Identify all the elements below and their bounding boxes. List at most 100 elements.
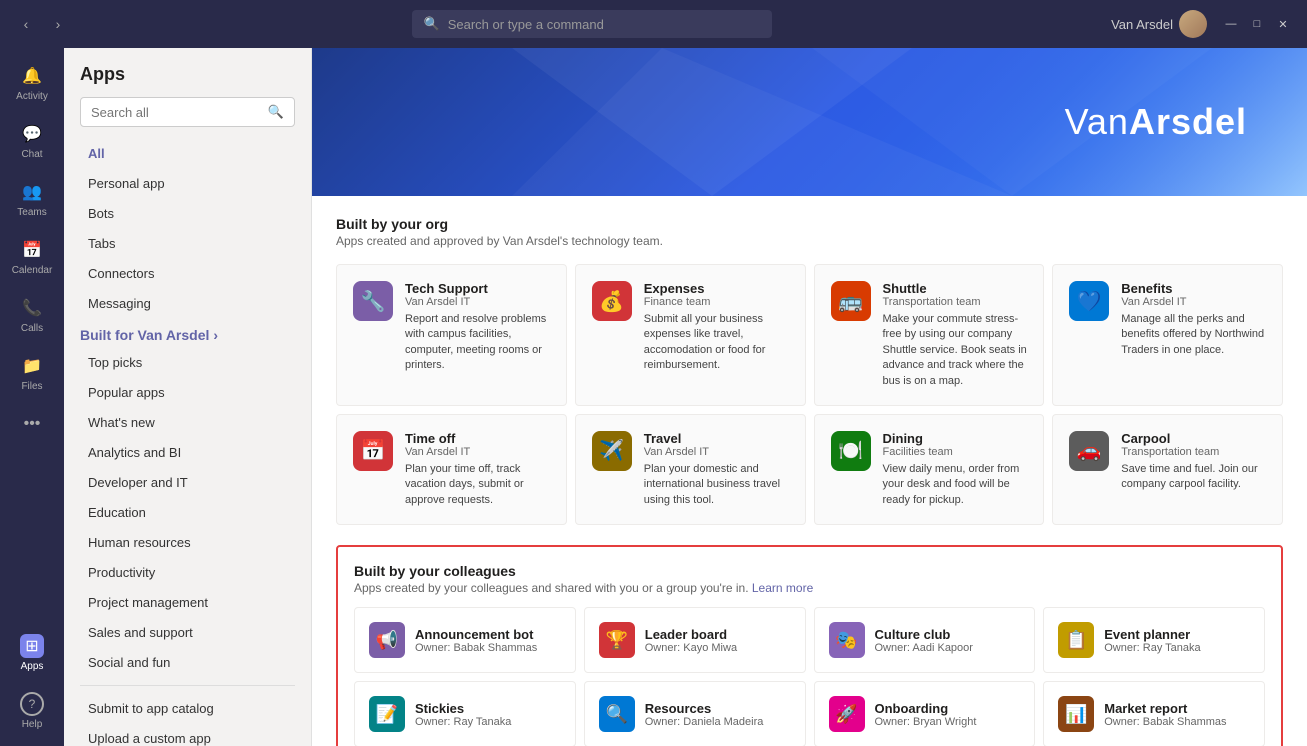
built-by-org-subtitle: Apps created and approved by Van Arsdel'… xyxy=(336,234,1283,248)
app-card-shuttle[interactable]: 🚌 Shuttle Transportation team Make your … xyxy=(814,264,1045,406)
colleague-card-culture-club[interactable]: 🎭 Culture club Owner: Aadi Kapoor xyxy=(814,607,1036,673)
nav-item-connectors[interactable]: Connectors xyxy=(72,259,303,288)
sidebar-item-help[interactable]: ? Help xyxy=(4,684,60,738)
minimize-button[interactable]: — xyxy=(1219,12,1243,36)
back-button[interactable]: ‹ xyxy=(12,10,40,38)
app-card-expenses[interactable]: 💰 Expenses Finance team Submit all your … xyxy=(575,264,806,406)
sidebar-label-teams: Teams xyxy=(17,207,46,218)
content-area: Built by your org Apps created and appro… xyxy=(312,196,1307,746)
colleagues-subtitle-text: Apps created by your colleagues and shar… xyxy=(354,581,749,595)
app-card-dining[interactable]: 🍽️ Dining Facilities team View daily men… xyxy=(814,414,1045,525)
search-icon: 🔍 xyxy=(424,16,440,32)
resources-icon: 🔍 xyxy=(599,696,635,732)
app-card-tech-support[interactable]: 🔧 Tech Support Van Arsdel IT Report and … xyxy=(336,264,567,406)
sidebar-item-calls[interactable]: 📞 Calls xyxy=(4,288,60,342)
sidebar-item-activity[interactable]: 🔔 Activity xyxy=(4,56,60,110)
nav-item-top-picks[interactable]: Top picks xyxy=(72,348,303,377)
nav-item-education[interactable]: Education xyxy=(72,498,303,527)
app-card-time-off[interactable]: 📅 Time off Van Arsdel IT Plan your time … xyxy=(336,414,567,525)
app-card-carpool[interactable]: 🚗 Carpool Transportation team Save time … xyxy=(1052,414,1283,525)
nav-item-bots[interactable]: Bots xyxy=(72,199,303,228)
brand-bold: Arsdel xyxy=(1129,101,1247,142)
colleague-card-onboarding[interactable]: 🚀 Onboarding Owner: Bryan Wright xyxy=(814,681,1036,746)
stickies-info: Stickies Owner: Ray Tanaka xyxy=(415,701,511,728)
time-off-owner: Van Arsdel IT xyxy=(405,446,550,458)
chat-icon: 💬 xyxy=(20,122,44,146)
nav-item-sales-support[interactable]: Sales and support xyxy=(72,618,303,647)
sidebar-label-apps: Apps xyxy=(21,661,44,672)
built-for-label: Built for Van Arsdel xyxy=(80,327,209,343)
sidebar-bottom: ⊞ Apps ? Help xyxy=(4,626,60,738)
nav-item-messaging[interactable]: Messaging xyxy=(72,289,303,318)
sidebar-item-teams[interactable]: 👥 Teams xyxy=(4,172,60,226)
nav-item-tabs[interactable]: Tabs xyxy=(72,229,303,258)
user-name: Van Arsdel xyxy=(1111,17,1173,32)
nav-item-whats-new[interactable]: What's new xyxy=(72,408,303,437)
sidebar-item-chat[interactable]: 💬 Chat xyxy=(4,114,60,168)
event-planner-info: Event planner Owner: Ray Tanaka xyxy=(1104,627,1200,654)
nav-built-for[interactable]: Built for Van Arsdel › xyxy=(64,319,311,347)
sidebar-label-calls: Calls xyxy=(21,323,43,334)
sidebar-item-files[interactable]: 📁 Files xyxy=(4,346,60,400)
apps-title: Apps xyxy=(64,64,311,97)
nav-item-human-resources[interactable]: Human resources xyxy=(72,528,303,557)
built-by-colleagues-subtitle: Apps created by your colleagues and shar… xyxy=(354,581,1265,595)
sidebar-item-calendar[interactable]: 📅 Calendar xyxy=(4,230,60,284)
travel-info: Travel Van Arsdel IT Plan your domestic … xyxy=(644,431,789,508)
expenses-desc: Submit all your business expenses like t… xyxy=(644,312,789,374)
benefits-icon: 💙 xyxy=(1069,281,1109,321)
nav-item-developer-it[interactable]: Developer and IT xyxy=(72,468,303,497)
nav-item-popular-apps[interactable]: Popular apps xyxy=(72,378,303,407)
user-info[interactable]: Van Arsdel xyxy=(1111,10,1207,38)
search-all-icon: 🔍 xyxy=(268,104,284,120)
nav-item-productivity[interactable]: Productivity xyxy=(72,558,303,587)
market-report-icon: 📊 xyxy=(1058,696,1094,732)
colleague-card-leader-board[interactable]: 🏆 Leader board Owner: Kayo Miwa xyxy=(584,607,806,673)
colleague-card-resources[interactable]: 🔍 Resources Owner: Daniela Madeira xyxy=(584,681,806,746)
forward-button[interactable]: › xyxy=(44,10,72,38)
leader-board-name: Leader board xyxy=(645,627,737,642)
close-button[interactable]: ✕ xyxy=(1271,12,1295,36)
nav-upload-custom[interactable]: Upload a custom app xyxy=(72,724,303,746)
onboarding-icon: 🚀 xyxy=(829,696,865,732)
nav-item-analytics-bi[interactable]: Analytics and BI xyxy=(72,438,303,467)
search-all-input[interactable] xyxy=(91,105,260,120)
sidebar-label-activity: Activity xyxy=(16,91,48,102)
banner: VanArsdel xyxy=(312,48,1307,196)
sidebar-item-more[interactable]: ••• xyxy=(4,404,60,444)
announcement-bot-owner: Owner: Babak Shammas xyxy=(415,642,537,654)
search-input[interactable] xyxy=(448,17,760,32)
colleague-card-announcement-bot[interactable]: 📢 Announcement bot Owner: Babak Shammas xyxy=(354,607,576,673)
onboarding-owner: Owner: Bryan Wright xyxy=(875,716,977,728)
app-card-benefits[interactable]: 💙 Benefits Van Arsdel IT Manage all the … xyxy=(1052,264,1283,406)
sidebar-item-apps[interactable]: ⊞ Apps xyxy=(4,626,60,680)
nav-item-social-fun[interactable]: Social and fun xyxy=(72,648,303,677)
colleague-card-stickies[interactable]: 📝 Stickies Owner: Ray Tanaka xyxy=(354,681,576,746)
stickies-owner: Owner: Ray Tanaka xyxy=(415,716,511,728)
command-search-bar[interactable]: 🔍 xyxy=(412,10,772,38)
app-card-travel[interactable]: ✈️ Travel Van Arsdel IT Plan your domest… xyxy=(575,414,806,525)
culture-club-owner: Owner: Aadi Kapoor xyxy=(875,642,973,654)
shuttle-owner: Transportation team xyxy=(883,296,1028,308)
leader-board-owner: Owner: Kayo Miwa xyxy=(645,642,737,654)
title-bar-right: Van Arsdel — □ ✕ xyxy=(1111,10,1295,38)
shuttle-info: Shuttle Transportation team Make your co… xyxy=(883,281,1028,389)
search-all-box[interactable]: 🔍 xyxy=(80,97,295,127)
nav-item-personal-app[interactable]: Personal app xyxy=(72,169,303,198)
culture-club-info: Culture club Owner: Aadi Kapoor xyxy=(875,627,973,654)
expenses-info: Expenses Finance team Submit all your bu… xyxy=(644,281,789,374)
nav-submit-catalog[interactable]: Submit to app catalog xyxy=(72,694,303,723)
maximize-button[interactable]: □ xyxy=(1245,12,1269,36)
shuttle-icon: 🚌 xyxy=(831,281,871,321)
event-planner-name: Event planner xyxy=(1104,627,1200,642)
colleague-card-market-report[interactable]: 📊 Market report Owner: Babak Shammas xyxy=(1043,681,1265,746)
announcement-bot-name: Announcement bot xyxy=(415,627,537,642)
colleague-card-event-planner[interactable]: 📋 Event planner Owner: Ray Tanaka xyxy=(1043,607,1265,673)
nav-item-project-management[interactable]: Project management xyxy=(72,588,303,617)
title-bar-left: ‹ › xyxy=(12,10,72,38)
more-icon: ••• xyxy=(20,412,44,436)
learn-more-link[interactable]: Learn more xyxy=(752,581,813,595)
nav-item-all[interactable]: All xyxy=(72,139,303,168)
tech-support-icon: 🔧 xyxy=(353,281,393,321)
benefits-desc: Manage all the perks and benefits offere… xyxy=(1121,312,1266,358)
